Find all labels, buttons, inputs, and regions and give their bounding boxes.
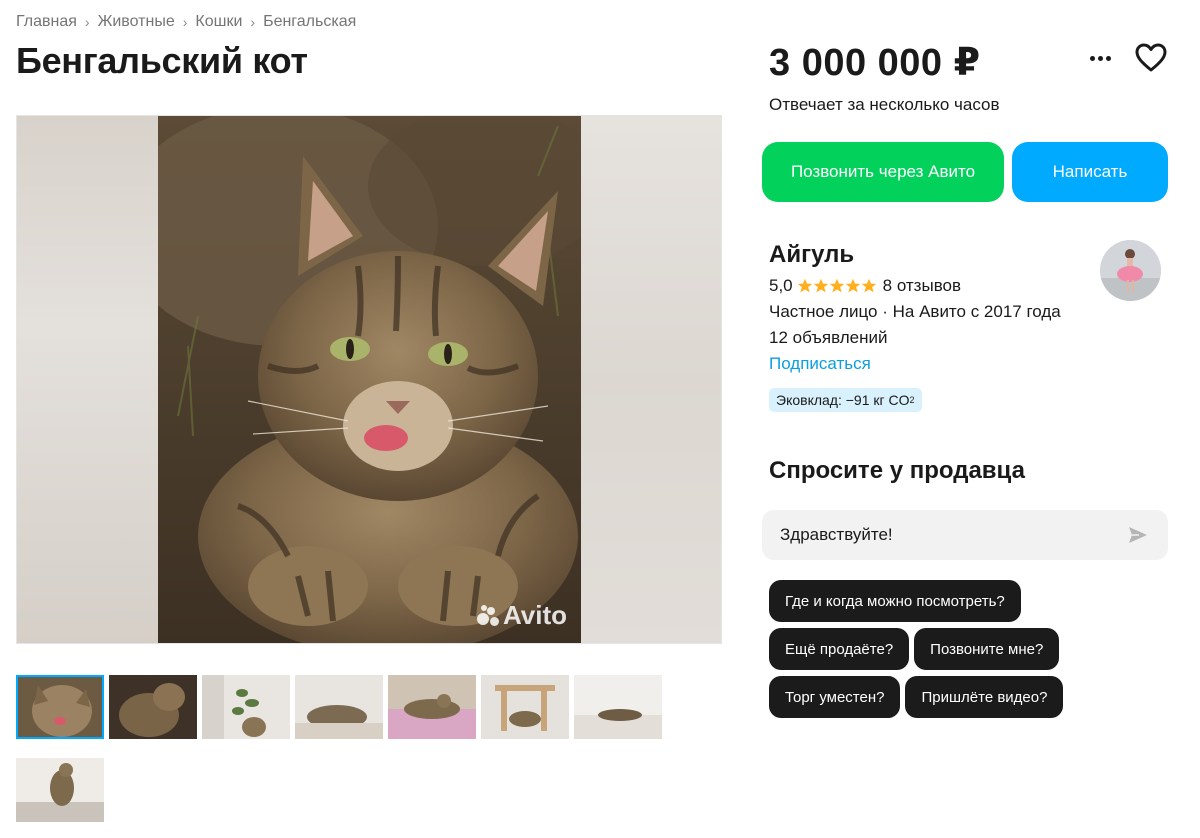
seller-rating[interactable]: 5,0 8 отзывов xyxy=(769,276,961,296)
breadcrumb-animals[interactable]: Животные xyxy=(98,13,175,31)
ask-seller-title: Спросите у продавца xyxy=(769,457,1025,484)
star-icon xyxy=(861,278,876,293)
thumbnail-7[interactable] xyxy=(574,675,662,739)
thumbnail-6[interactable] xyxy=(481,675,569,739)
send-icon[interactable] xyxy=(1126,523,1150,547)
quick-question-chip[interactable]: Торг уместен? xyxy=(769,676,901,718)
thumbnail-5[interactable] xyxy=(388,675,476,739)
star-icon xyxy=(813,278,828,293)
quick-question-chip[interactable]: Позвоните мне? xyxy=(914,628,1060,670)
star-icon xyxy=(829,278,844,293)
rating-value: 5,0 xyxy=(769,276,793,295)
breadcrumb-cats[interactable]: Кошки xyxy=(195,13,242,31)
seller-meta: Частное лицо · На Авито с 2017 года xyxy=(769,302,1061,321)
message-input-value: Здравствуйте! xyxy=(780,525,893,544)
cat-illustration xyxy=(158,116,581,643)
breadcrumb-separator: › xyxy=(250,14,256,30)
main-photo[interactable]: Avito xyxy=(16,115,722,644)
quick-question-chip[interactable]: Где и когда можно посмотреть? xyxy=(769,580,1021,622)
thumbnail-3[interactable] xyxy=(202,675,290,739)
thumbnail-2[interactable] xyxy=(109,675,197,739)
avatar[interactable] xyxy=(1100,240,1161,301)
eco-badge-text: Эковклад: −91 кг CO xyxy=(776,392,910,408)
message-input[interactable]: Здравствуйте! xyxy=(762,510,1168,560)
heart-icon[interactable] xyxy=(1134,42,1168,74)
photo-blur-right xyxy=(579,116,721,643)
quick-questions: Где и когда можно посмотреть? Ещё продаё… xyxy=(769,580,1169,718)
rating-stars xyxy=(797,278,877,294)
watermark-text: Avito xyxy=(502,600,567,630)
write-button[interactable]: Написать xyxy=(1012,142,1168,202)
price: 3 000 000 ₽ xyxy=(769,42,981,84)
breadcrumb-separator: › xyxy=(182,14,188,30)
ellipsis-icon[interactable] xyxy=(1085,44,1115,72)
eco-badge[interactable]: Эковклад: −91 кг CO 2 xyxy=(769,388,922,412)
page-title: Бенгальский кот xyxy=(16,40,308,81)
breadcrumb-separator: › xyxy=(84,14,90,30)
photo-blur-left xyxy=(17,116,159,643)
reply-time: Отвечает за несколько часов xyxy=(769,95,1000,114)
thumbnail-strip xyxy=(16,675,676,822)
breadcrumb-home[interactable]: Главная xyxy=(16,13,77,31)
breadcrumb: Главная › Животные › Кошки › Бенгальская xyxy=(16,13,356,31)
avito-watermark: Avito xyxy=(476,600,567,631)
breadcrumb-bengal[interactable]: Бенгальская xyxy=(263,13,356,31)
star-icon xyxy=(797,278,812,293)
star-icon xyxy=(845,278,860,293)
thumbnail-4[interactable] xyxy=(295,675,383,739)
quick-question-chip[interactable]: Пришлёте видео? xyxy=(905,676,1064,718)
call-button[interactable]: Позвонить через Авито xyxy=(762,142,1004,202)
cat-photo: Avito xyxy=(158,116,581,643)
thumbnail-1[interactable] xyxy=(16,675,104,739)
avito-logo-icon xyxy=(476,604,499,627)
quick-question-chip[interactable]: Ещё продаёте? xyxy=(769,628,910,670)
eco-badge-subscript: 2 xyxy=(909,395,915,405)
subscribe-link[interactable]: Подписаться xyxy=(769,354,871,374)
reviews-count: 8 отзывов xyxy=(882,276,962,295)
seller-ads-count[interactable]: 12 объявлений xyxy=(769,328,888,348)
seller-name[interactable]: Айгуль xyxy=(769,241,854,269)
thumbnail-8[interactable] xyxy=(16,758,104,822)
